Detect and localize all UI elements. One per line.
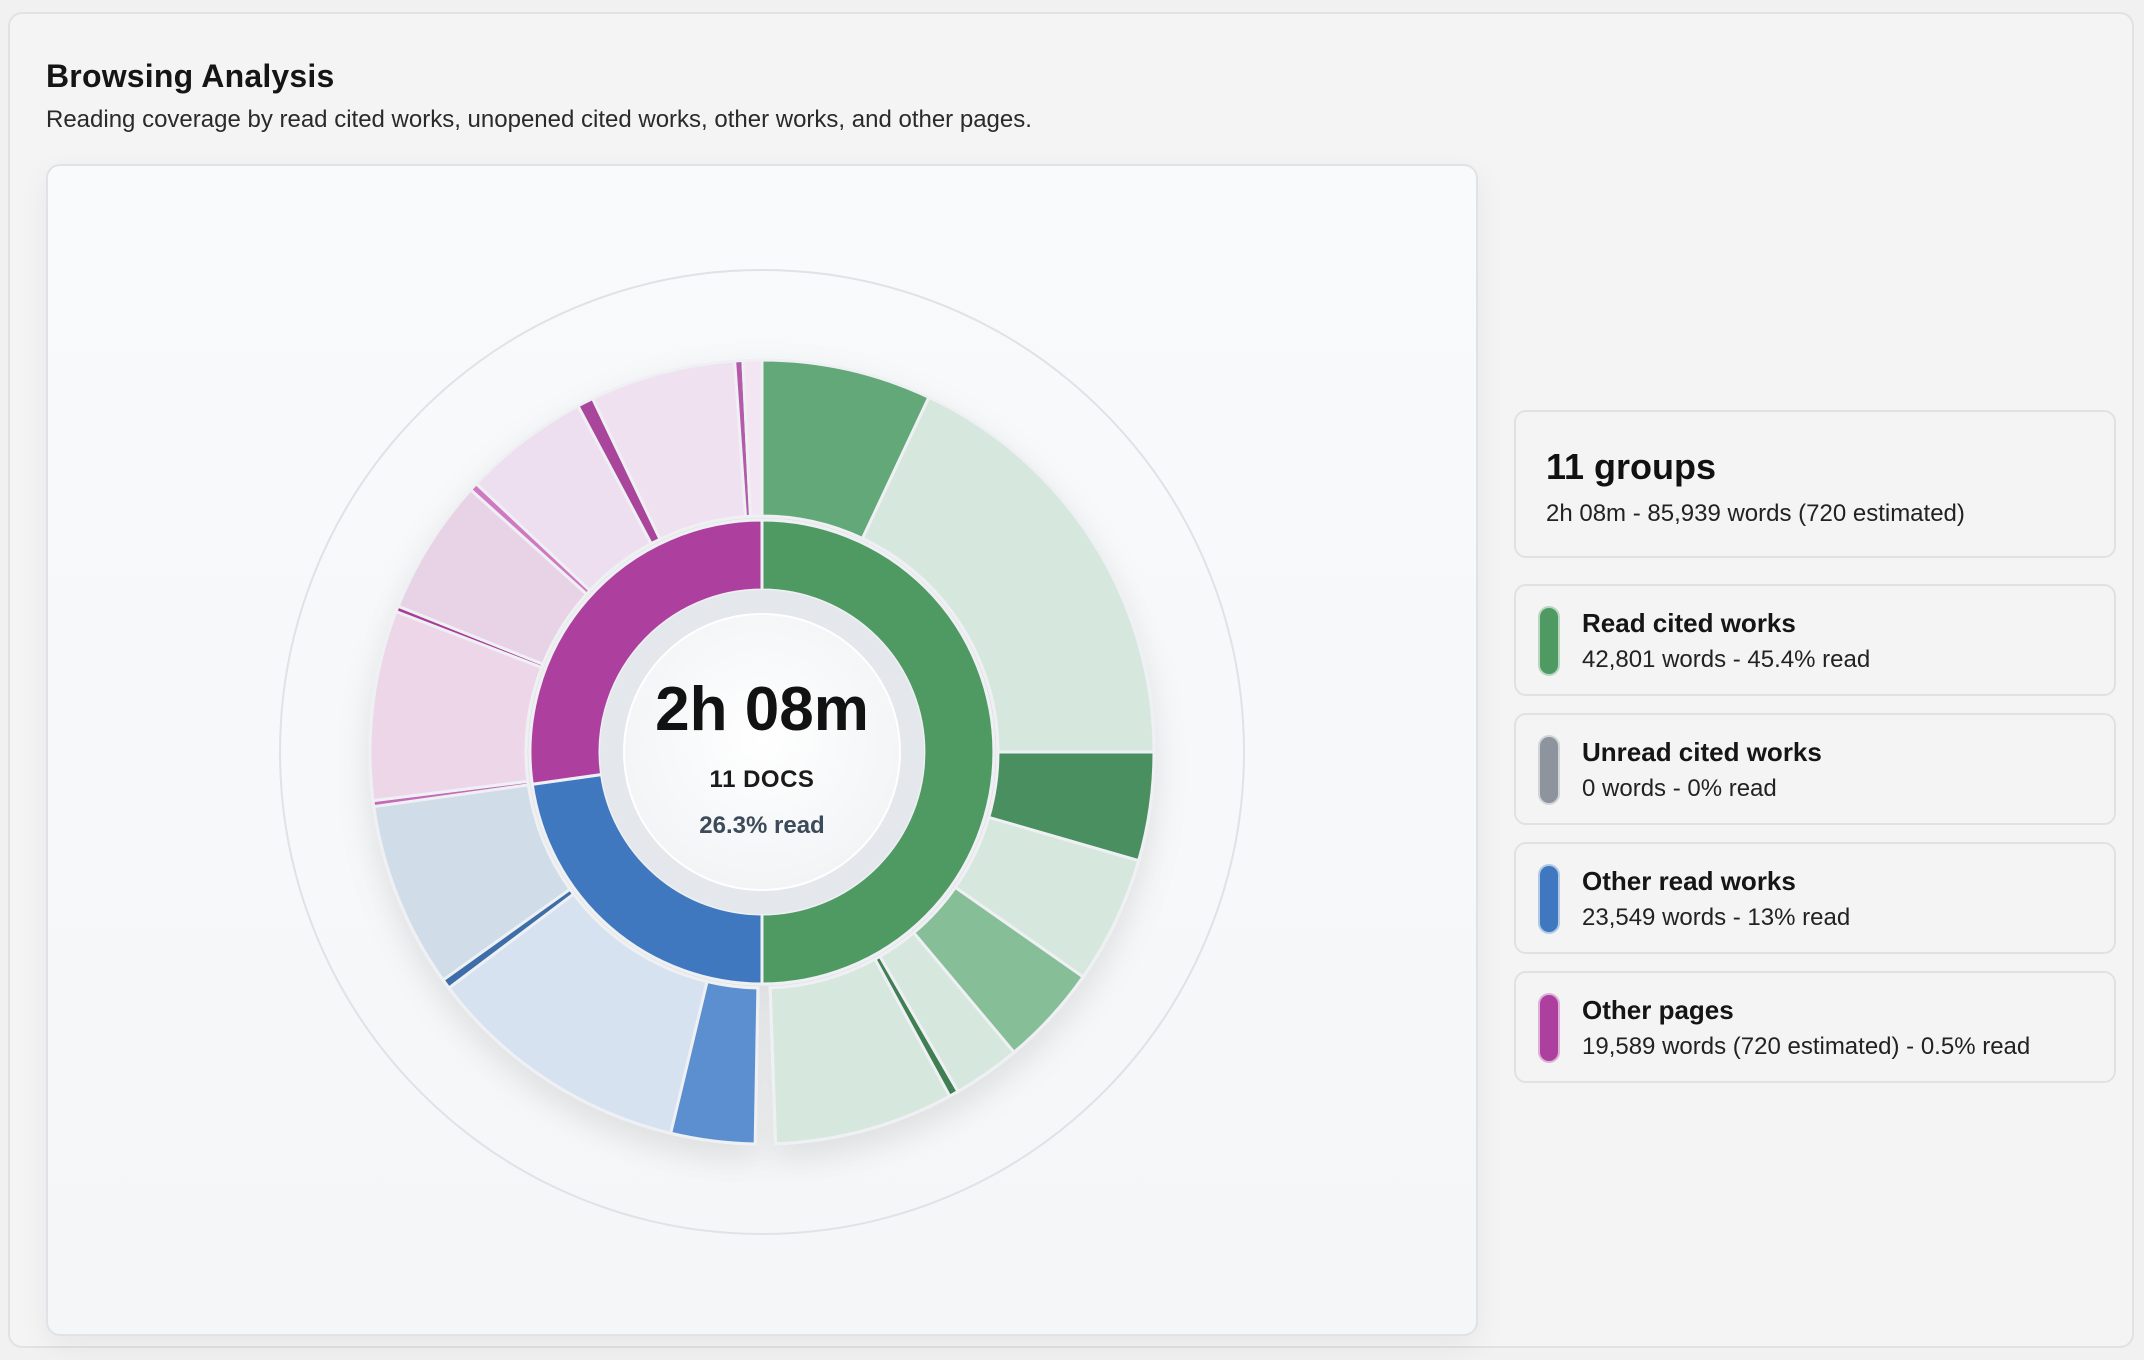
summary-detail: 2h 08m - 85,939 words (720 estimated) (1546, 500, 1965, 527)
center-time: 2h 08m (655, 675, 869, 744)
summary-card: 11 groups 2h 08m - 85,939 words (720 est… (1514, 410, 2116, 558)
legend-item-other-pages[interactable]: Other pages 19,589 words (720 estimated)… (1514, 971, 2116, 1083)
other-read-swatch (1538, 864, 1560, 934)
legend-item-read-cited-works[interactable]: Read cited works 42,801 words - 45.4% re… (1514, 584, 2116, 696)
center-docs: 11 DOCS (709, 766, 815, 793)
legend-detail: 23,549 words - 13% read (1582, 904, 1851, 931)
sunburst-chart-card: 2h 08m 11 DOCS 26.3% read (46, 164, 1478, 1336)
browsing-analysis-panel: Browsing Analysis Reading coverage by re… (8, 12, 2134, 1348)
legend-detail: 42,801 words - 45.4% read (1582, 646, 1871, 673)
center-disc (623, 613, 901, 891)
legend-label: Other read works (1582, 866, 1796, 896)
legend-label: Read cited works (1582, 608, 1796, 638)
page-subtitle: Reading coverage by read cited works, un… (46, 106, 1032, 133)
legend-label: Unread cited works (1582, 737, 1822, 767)
read-cited-swatch (1538, 606, 1560, 676)
legend-item-other-read-works[interactable]: Other read works 23,549 words - 13% read (1514, 842, 2116, 954)
legend-item-unread-cited-works[interactable]: Unread cited works 0 words - 0% read (1514, 713, 2116, 825)
unread-cited-swatch (1538, 735, 1560, 805)
center-read-percent: 26.3% read (699, 812, 825, 839)
summary-title: 11 groups (1546, 446, 1717, 487)
other-pages-swatch (1538, 993, 1560, 1063)
legend-label: Other pages (1582, 995, 1734, 1025)
legend-detail: 19,589 words (720 estimated) - 0.5% read (1582, 1033, 2031, 1060)
page-title: Browsing Analysis (46, 58, 335, 94)
sunburst-chart (279, 269, 1245, 1235)
legend-detail: 0 words - 0% read (1582, 775, 1777, 802)
